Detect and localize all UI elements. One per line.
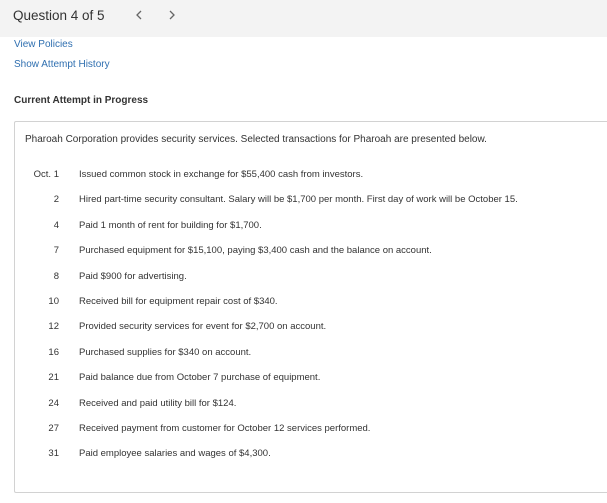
show-attempt-history-link[interactable]: Show Attempt History [14,59,110,70]
transaction-row: 31 Paid employee salaries and wages of $4… [15,448,605,462]
transaction-row: Oct. 1 Issued common stock in exchange fo… [15,169,605,183]
transaction-date: Oct. 1 [33,169,59,180]
transaction-date: 7 [53,245,59,257]
transaction-description: Received payment from customer for Octob… [79,423,371,434]
transaction-date: 10 [48,296,59,307]
transaction-row: 10 Received bill for equipment repair cos… [15,296,605,310]
chevron-left-icon [135,10,143,20]
chevron-right-icon [168,10,176,20]
transaction-row: 4 Paid 1 month of rent for building for $… [15,220,605,234]
transaction-description: Hired part-time security consultant. Sal… [79,194,518,206]
transaction-row: 2 Hired part-time security consultant. Sa… [15,194,605,208]
transaction-date: 31 [48,448,59,460]
transaction-description: Paid balance due from October 7 purchase… [79,372,321,384]
transaction-description: Provided security services for event for… [79,321,327,333]
question-counter: Question 4 of 5 [13,8,105,23]
problem-intro: Pharoah Corporation provides security se… [25,134,487,145]
transaction-row: 16 Purchased supplies for $340 on account… [15,347,605,361]
transaction-description: Received bill for equipment repair cost … [79,296,278,307]
transaction-description: Purchased equipment for $15,100, paying … [79,245,432,257]
transaction-row: 27 Received payment from customer for Oct… [15,423,605,437]
transaction-date: 2 [53,194,59,206]
transaction-date: 16 [48,346,59,358]
transaction-description: Paid $900 for advertising. [79,270,187,282]
transaction-row: 12 Provided security services for event f… [15,321,605,335]
transaction-date: 12 [48,321,59,333]
transaction-row: 24 Received and paid utility bill for $12… [15,398,605,412]
transaction-row: 8 Paid $900 for advertising. [15,271,605,285]
view-policies-link[interactable]: View Policies [14,39,73,50]
transaction-date: 27 [48,423,59,434]
transaction-description: Issued common stock in exchange for $55,… [79,169,364,180]
transaction-description: Purchased supplies for $340 on account. [79,346,252,358]
transaction-description: Received and paid utility bill for $124. [79,397,237,409]
transaction-date: 4 [53,219,59,231]
problem-panel: Pharoah Corporation provides security se… [14,121,607,493]
transaction-date: 21 [48,372,59,384]
transaction-row: 21 Paid balance due from October 7 purcha… [15,372,605,386]
transaction-date: 8 [53,270,59,282]
attempt-status-heading: Current Attempt in Progress [14,95,149,106]
question-header: Question 4 of 5 [0,0,607,37]
transaction-date: 24 [48,397,59,409]
transaction-row: 7 Purchased equipment for $15,100, paying… [15,245,605,259]
transaction-description: Paid 1 month of rent for building for $1… [79,219,262,231]
transaction-description: Paid employee salaries and wages of $4,3… [79,448,271,460]
next-question-button[interactable] [164,6,180,24]
previous-question-button[interactable] [131,6,147,24]
